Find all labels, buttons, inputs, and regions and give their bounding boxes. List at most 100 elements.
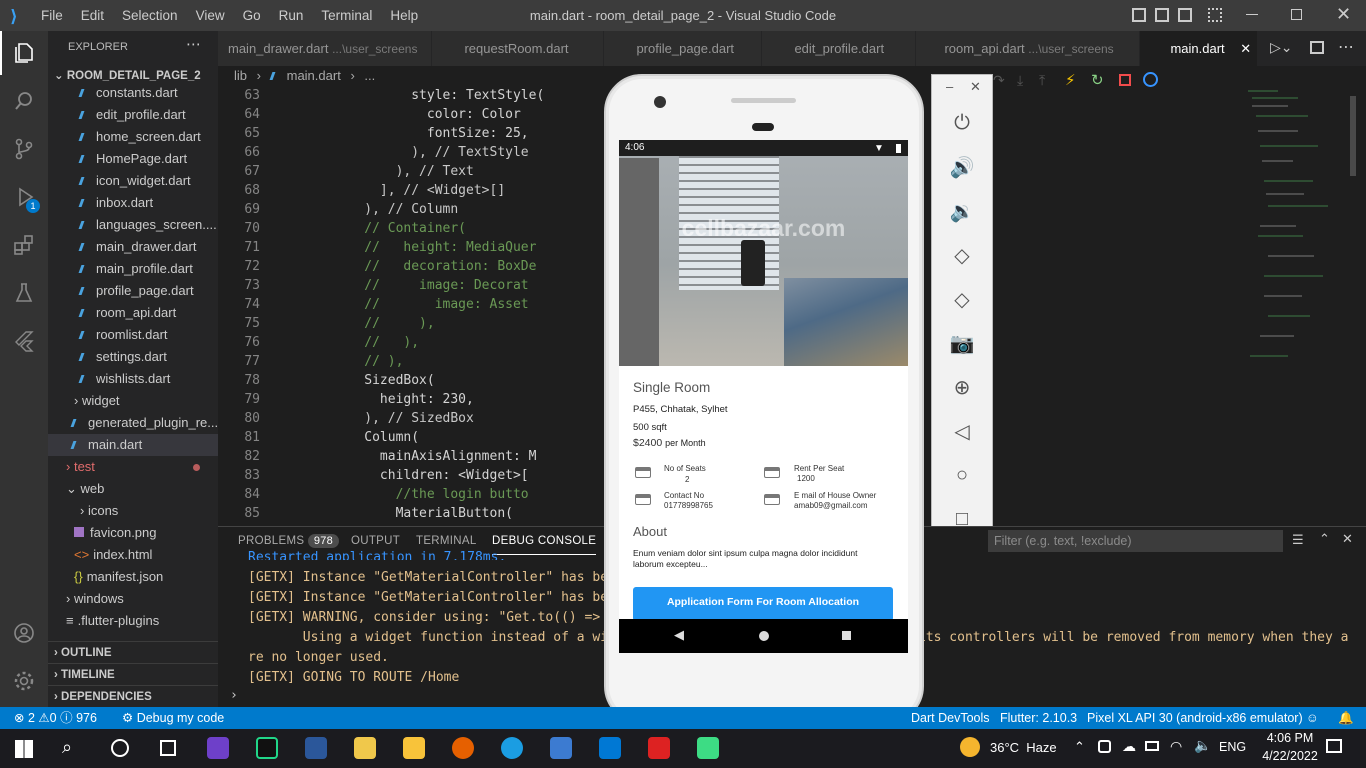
- folder-icons[interactable]: › icons: [48, 500, 218, 522]
- close-tab-icon[interactable]: ✕: [1240, 41, 1251, 56]
- minimize-icon[interactable]: [1246, 14, 1258, 15]
- file-favicon[interactable]: favicon.png: [48, 522, 218, 544]
- step-over-icon[interactable]: ↷: [993, 72, 1005, 89]
- notification-center-icon[interactable]: [1326, 739, 1342, 753]
- nav-home-icon[interactable]: [759, 631, 769, 641]
- folder-web[interactable]: ⌄ web: [48, 478, 218, 500]
- maximize-panel-icon[interactable]: ⌃: [1319, 531, 1330, 547]
- emulator-taskbar-icon[interactable]: [697, 737, 719, 759]
- file-flutter-plugins[interactable]: ≡ .flutter-plugins: [48, 610, 218, 632]
- source-control-icon[interactable]: [0, 127, 48, 171]
- file-languages[interactable]: languages_screen....: [48, 214, 218, 236]
- dart-devtools[interactable]: Dart DevTools: [911, 707, 990, 729]
- back-icon[interactable]: ◁: [932, 409, 992, 453]
- word-icon[interactable]: [305, 737, 327, 759]
- wps-office-icon[interactable]: [648, 737, 670, 759]
- power-icon[interactable]: ⏻: [932, 101, 992, 145]
- camera-icon[interactable]: 📷: [932, 321, 992, 365]
- dependencies-section[interactable]: › DEPENDENCIES: [48, 685, 218, 707]
- rotate-left-icon[interactable]: ◇: [932, 233, 992, 277]
- volume-up-icon[interactable]: 🔊: [932, 145, 992, 189]
- explorer-icon[interactable]: [0, 31, 48, 75]
- rotate-right-icon[interactable]: ◇: [932, 277, 992, 321]
- run-dropdown-icon[interactable]: ▷⌄: [1270, 39, 1293, 56]
- flutter-version[interactable]: Flutter: 2.10.3: [1000, 707, 1077, 729]
- volume-down-icon[interactable]: 🔉: [932, 189, 992, 233]
- extensions-icon[interactable]: [0, 223, 48, 267]
- zoom-icon[interactable]: ⊕: [932, 365, 992, 409]
- volume-tray-icon[interactable]: 🔈: [1194, 737, 1211, 754]
- device-selector[interactable]: Pixel XL API 30 (android-x86 emulator): [1087, 707, 1303, 729]
- application-form-button[interactable]: Application Form For Room Allocation: [633, 587, 893, 621]
- file-homepage[interactable]: HomePage.dart: [48, 148, 218, 170]
- file-profile-page[interactable]: profile_page.dart: [48, 280, 218, 302]
- file-room-api[interactable]: room_api.dart: [48, 302, 218, 324]
- breadcrumb-symbol[interactable]: ...: [364, 68, 375, 83]
- minimap-scrollbar[interactable]: [1350, 96, 1356, 176]
- layout-toggle-icon[interactable]: [1132, 8, 1146, 22]
- vscode-taskbar-icon[interactable]: [599, 737, 621, 759]
- menu-terminal[interactable]: Terminal: [312, 0, 381, 31]
- firefox-icon[interactable]: [452, 737, 474, 759]
- language-indicator[interactable]: ENG: [1219, 740, 1246, 754]
- file-edit-profile[interactable]: edit_profile.dart: [48, 104, 218, 126]
- tab-room-api[interactable]: room_api.dart ...\user_screens: [916, 31, 1141, 66]
- tab-edit-profile[interactable]: edit_profile.dart: [762, 31, 917, 66]
- file-generated-plugin[interactable]: generated_plugin_re...: [48, 412, 218, 434]
- hot-reload-icon[interactable]: ⚡: [1065, 71, 1076, 89]
- stop-icon[interactable]: [1119, 74, 1131, 86]
- outline-section[interactable]: › OUTLINE: [48, 641, 218, 663]
- settings-gear-icon[interactable]: [0, 659, 48, 703]
- timeline-section[interactable]: › TIMELINE: [48, 663, 218, 685]
- file-inbox[interactable]: inbox.dart: [48, 192, 218, 214]
- file-manifest[interactable]: {} manifest.json: [48, 566, 218, 588]
- file-explorer-icon[interactable]: [403, 737, 425, 759]
- file-home-screen[interactable]: home_screen.dart: [48, 126, 218, 148]
- hot-restart-icon[interactable]: ↻: [1091, 71, 1104, 89]
- clear-console-icon[interactable]: ☰: [1292, 532, 1304, 548]
- edge-icon[interactable]: [501, 737, 523, 759]
- close-panel-icon[interactable]: ✕: [1342, 531, 1353, 547]
- file-icon-widget[interactable]: icon_widget.dart: [48, 170, 218, 192]
- account-icon[interactable]: [0, 611, 48, 655]
- file-constants[interactable]: constants.dart: [48, 82, 218, 104]
- menu-view[interactable]: View: [187, 0, 234, 31]
- folder-test[interactable]: › test: [48, 456, 218, 478]
- tray-app-icon[interactable]: [1098, 740, 1111, 753]
- cortana-icon[interactable]: [111, 739, 129, 757]
- paint-icon[interactable]: [354, 737, 376, 759]
- file-settings[interactable]: settings.dart: [48, 346, 218, 368]
- step-out-icon[interactable]: ⤒: [1039, 72, 1045, 89]
- close-window-icon[interactable]: ✕: [1336, 4, 1351, 25]
- wifi-tray-icon[interactable]: ◠: [1170, 738, 1182, 755]
- weather-text[interactable]: 36°C Haze: [990, 740, 1057, 755]
- menu-file[interactable]: File: [32, 0, 72, 31]
- file-main-selected[interactable]: main.dart: [48, 434, 218, 456]
- clock-date[interactable]: 4/22/2022: [1258, 749, 1322, 763]
- customize-layout-icon[interactable]: [1208, 8, 1222, 22]
- nav-back-icon[interactable]: ◀: [674, 627, 684, 643]
- feedback-icon[interactable]: ☺: [1306, 707, 1319, 729]
- notifications-bell-icon[interactable]: 🔔: [1338, 707, 1354, 729]
- tab-profile-page[interactable]: profile_page.dart: [604, 31, 763, 66]
- more-actions-icon[interactable]: ⋯: [186, 35, 201, 53]
- inspect-widget-icon[interactable]: [1143, 72, 1158, 87]
- testing-flask-icon[interactable]: [0, 271, 48, 315]
- breadcrumb-lib[interactable]: lib: [234, 68, 247, 83]
- panel-toggle-icon[interactable]: [1155, 8, 1169, 22]
- chevron-right-icon[interactable]: ›: [230, 688, 238, 703]
- folder-widget[interactable]: › widget: [48, 390, 218, 412]
- minimap[interactable]: [1238, 86, 1356, 520]
- windows-start-icon[interactable]: [15, 740, 33, 758]
- tab-main-active[interactable]: main.dart ✕: [1140, 31, 1259, 66]
- file-wishlists[interactable]: wishlists.dart: [48, 368, 218, 390]
- minimize-emulator-icon[interactable]: –: [946, 79, 953, 94]
- onedrive-icon[interactable]: ☁: [1122, 738, 1136, 755]
- problems-status[interactable]: ⊗ 2 ⚠0 ⓘ 976: [14, 707, 97, 729]
- nav-recents-icon[interactable]: [842, 631, 851, 640]
- run-debug-icon[interactable]: 1: [0, 175, 48, 219]
- clock-time[interactable]: 4:06 PM: [1262, 731, 1318, 745]
- tray-chevron-icon[interactable]: ⌃: [1074, 739, 1085, 755]
- pycharm-icon[interactable]: [256, 737, 278, 759]
- restore-icon[interactable]: [1291, 9, 1302, 20]
